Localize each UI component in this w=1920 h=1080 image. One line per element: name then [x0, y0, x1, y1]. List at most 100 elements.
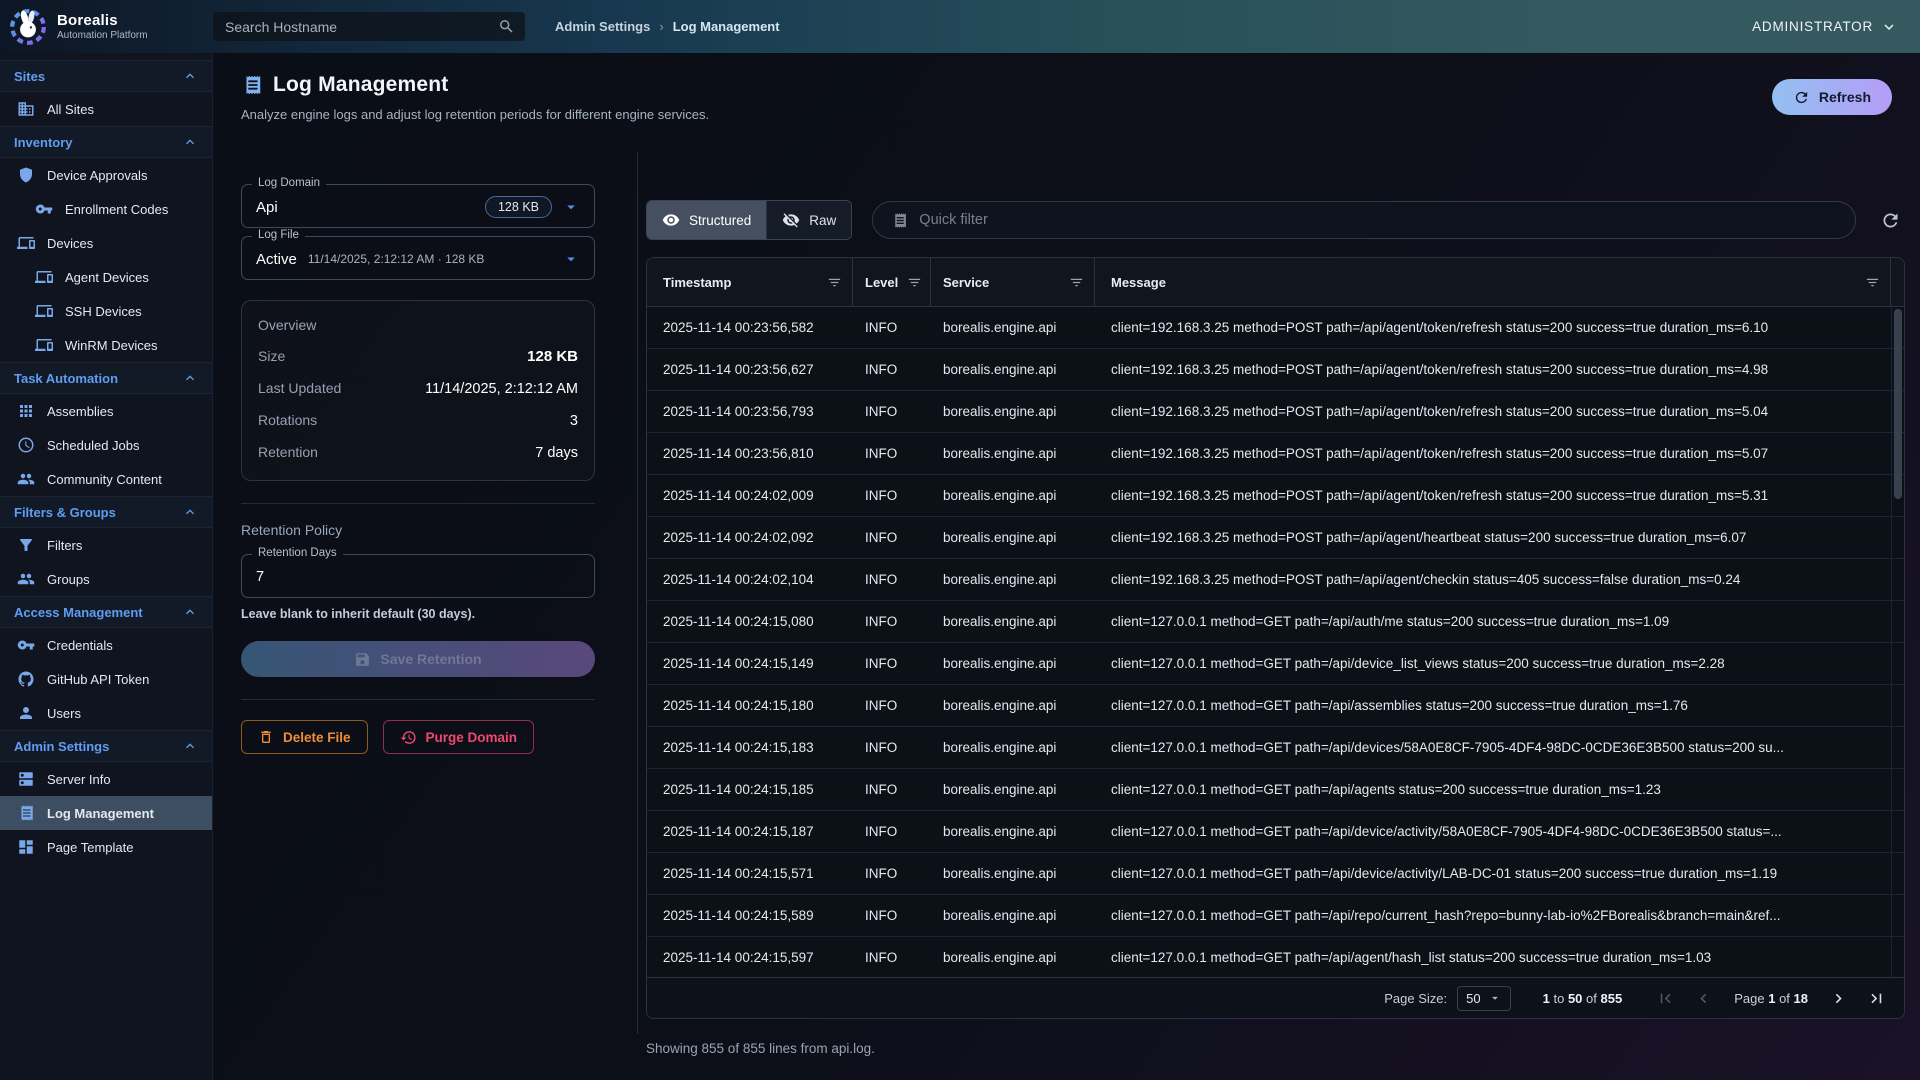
sidebar-section-task-automation[interactable]: Task Automation	[0, 362, 212, 394]
log-file-select[interactable]: Log File Active 11/14/2025, 2:12:12 AM ·…	[241, 236, 595, 280]
hostname-search-input[interactable]	[225, 19, 490, 35]
page-indicator: Page 1 of 18	[1734, 991, 1808, 1006]
filter-icon[interactable]	[1865, 275, 1880, 290]
cell-timestamp: 2025-11-14 00:24:02,009	[647, 488, 853, 503]
sidebar-item-scheduled-jobs[interactable]: Scheduled Jobs	[0, 428, 212, 462]
structured-view-button[interactable]: Structured	[647, 201, 767, 239]
raw-view-button[interactable]: Raw	[767, 201, 851, 239]
sidebar-item-winrm-devices[interactable]: WinRM Devices	[0, 328, 212, 362]
column-header-message[interactable]: Message	[1095, 258, 1891, 306]
cell-message: client=127.0.0.1 method=GET path=/api/au…	[1095, 614, 1904, 629]
next-page-button[interactable]	[1827, 987, 1850, 1010]
hostname-search[interactable]	[213, 12, 525, 41]
retention-days-field[interactable]: Retention Days	[241, 554, 595, 598]
table-row[interactable]: 2025-11-14 00:24:15,185 INFO borealis.en…	[647, 769, 1904, 811]
filter-icon[interactable]	[827, 275, 842, 290]
filter-icon[interactable]	[907, 275, 922, 290]
sidebar-item-groups[interactable]: Groups	[0, 562, 212, 596]
cell-level: INFO	[853, 530, 931, 545]
save-icon	[354, 651, 371, 668]
log-domain-select[interactable]: Log Domain Api 128 KB	[241, 184, 595, 228]
column-header-level[interactable]: Level	[853, 258, 931, 306]
quick-filter-input[interactable]	[919, 212, 1837, 228]
sidebar-section-access-management[interactable]: Access Management	[0, 596, 212, 628]
sidebar-item-devices[interactable]: Devices	[0, 226, 212, 260]
table-row[interactable]: 2025-11-14 00:24:02,104 INFO borealis.en…	[647, 559, 1904, 601]
log-file-value: Active	[256, 251, 297, 268]
table-row[interactable]: 2025-11-14 00:24:15,080 INFO borealis.en…	[647, 601, 1904, 643]
cell-message: client=192.168.3.25 method=POST path=/ap…	[1095, 530, 1904, 545]
save-retention-button[interactable]: Save Retention	[241, 641, 595, 677]
page-size-select[interactable]: 50	[1457, 986, 1510, 1011]
cell-level: INFO	[853, 740, 931, 755]
sidebar-item-agent-devices[interactable]: Agent Devices	[0, 260, 212, 294]
sidebar-item-page-template[interactable]: Page Template	[0, 830, 212, 864]
sidebar-item-enrollment-codes[interactable]: Enrollment Codes	[0, 192, 212, 226]
table-row[interactable]: 2025-11-14 00:23:56,582 INFO borealis.en…	[647, 307, 1904, 349]
cell-message: client=127.0.0.1 method=GET path=/api/de…	[1095, 824, 1904, 839]
quick-filter[interactable]	[872, 201, 1856, 239]
sidebar-item-ssh-devices[interactable]: SSH Devices	[0, 294, 212, 328]
filter-icon[interactable]	[1069, 275, 1084, 290]
retention-days-input[interactable]	[256, 566, 580, 588]
table-row[interactable]: 2025-11-14 00:24:15,597 INFO borealis.en…	[647, 937, 1904, 977]
chevron-up-icon	[182, 504, 198, 520]
table-row[interactable]: 2025-11-14 00:23:56,810 INFO borealis.en…	[647, 433, 1904, 475]
sidebar-section-inventory[interactable]: Inventory	[0, 126, 212, 158]
cell-level: INFO	[853, 362, 931, 377]
sidebar-section-sites[interactable]: Sites	[0, 60, 212, 92]
sidebar-item-server-info[interactable]: Server Info	[0, 762, 212, 796]
building-icon	[17, 100, 35, 118]
purge-domain-button[interactable]: Purge Domain	[383, 720, 535, 754]
sidebar-item-device-approvals[interactable]: Device Approvals	[0, 158, 212, 192]
sidebar-item-github-api-token[interactable]: GitHub API Token	[0, 662, 212, 696]
cell-level: INFO	[853, 320, 931, 335]
vertical-scrollbar[interactable]	[1894, 309, 1902, 499]
sidebar-item-log-management[interactable]: Log Management	[0, 796, 212, 830]
sidebar-item-users[interactable]: Users	[0, 696, 212, 730]
cell-service: borealis.engine.api	[931, 824, 1095, 839]
retention-days-label: Retention Days	[252, 547, 343, 559]
sidebar-item-assemblies[interactable]: Assemblies	[0, 394, 212, 428]
sidebar-item-filters[interactable]: Filters	[0, 528, 212, 562]
breadcrumb-log-management[interactable]: Log Management	[673, 19, 780, 34]
column-header-service[interactable]: Service	[931, 258, 1095, 306]
cell-service: borealis.engine.api	[931, 866, 1095, 881]
table-row[interactable]: 2025-11-14 00:23:56,627 INFO borealis.en…	[647, 349, 1904, 391]
main-content: Log Management Analyze engine logs and a…	[213, 53, 1920, 1080]
cell-timestamp: 2025-11-14 00:23:56,627	[647, 362, 853, 377]
cell-service: borealis.engine.api	[931, 320, 1095, 335]
table-row[interactable]: 2025-11-14 00:23:56,793 INFO borealis.en…	[647, 391, 1904, 433]
log-icon	[891, 212, 908, 229]
reload-logs-button[interactable]	[1876, 206, 1905, 235]
sidebar-item-community-content[interactable]: Community Content	[0, 462, 212, 496]
table-row[interactable]: 2025-11-14 00:24:15,187 INFO borealis.en…	[647, 811, 1904, 853]
table-row[interactable]: 2025-11-14 00:24:15,183 INFO borealis.en…	[647, 727, 1904, 769]
key-icon	[17, 636, 35, 654]
table-row[interactable]: 2025-11-14 00:24:15,589 INFO borealis.en…	[647, 895, 1904, 937]
cell-timestamp: 2025-11-14 00:24:15,080	[647, 614, 853, 629]
column-header-timestamp[interactable]: Timestamp	[647, 258, 853, 306]
first-page-button[interactable]	[1654, 987, 1677, 1010]
sidebar-section-filters-groups[interactable]: Filters & Groups	[0, 496, 212, 528]
sidebar-item-all-sites[interactable]: All Sites	[0, 92, 212, 126]
user-menu-label: ADMINISTRATOR	[1752, 19, 1873, 34]
table-row[interactable]: 2025-11-14 00:24:15,180 INFO borealis.en…	[647, 685, 1904, 727]
last-page-button[interactable]	[1865, 987, 1888, 1010]
table-row[interactable]: 2025-11-14 00:24:02,092 INFO borealis.en…	[647, 517, 1904, 559]
refresh-button[interactable]: Refresh	[1772, 79, 1892, 115]
table-row[interactable]: 2025-11-14 00:24:15,149 INFO borealis.en…	[647, 643, 1904, 685]
log-file-meta: 11/14/2025, 2:12:12 AM · 128 KB	[308, 252, 485, 266]
log-domain-value: Api	[256, 199, 278, 216]
shield-icon	[17, 166, 35, 184]
delete-file-button[interactable]: Delete File	[241, 720, 368, 754]
lines-summary: Showing 855 of 855 lines from api.log.	[646, 1041, 1905, 1056]
sidebar-item-credentials[interactable]: Credentials	[0, 628, 212, 662]
user-menu-button[interactable]: ADMINISTRATOR	[1752, 18, 1898, 36]
previous-page-button[interactable]	[1692, 987, 1715, 1010]
sidebar-section-admin-settings[interactable]: Admin Settings	[0, 730, 212, 762]
log-file-label: Log File	[252, 229, 305, 241]
breadcrumb-admin-settings[interactable]: Admin Settings	[555, 19, 650, 34]
table-row[interactable]: 2025-11-14 00:24:15,571 INFO borealis.en…	[647, 853, 1904, 895]
table-row[interactable]: 2025-11-14 00:24:02,009 INFO borealis.en…	[647, 475, 1904, 517]
